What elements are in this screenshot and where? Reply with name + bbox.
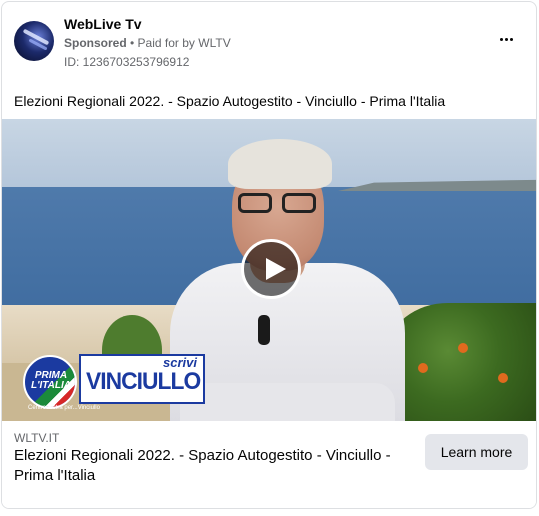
lens-left xyxy=(238,193,272,213)
page-avatar[interactable] xyxy=(14,21,54,61)
party-logo: PRIMA L'ITALIA xyxy=(23,355,77,409)
candidate-name: VINCIULLO xyxy=(85,368,201,395)
video-thumbnail[interactable]: PRIMA L'ITALIA Centrodestra per...Vinciu… xyxy=(2,119,536,421)
lapel-mic xyxy=(258,315,270,345)
paid-for-by: WLTV xyxy=(198,36,231,50)
party-logo-subtext: Centrodestra per...Vinciullo xyxy=(28,405,100,411)
post-caption: Elezioni Regionali 2022. - Spazio Autoge… xyxy=(14,93,446,109)
flower xyxy=(458,343,468,353)
link-title[interactable]: Elezioni Regionali 2022. - Spazio Autoge… xyxy=(14,446,414,486)
sponsored-label: Sponsored xyxy=(64,36,127,50)
post-header: WebLive Tv Sponsored • Paid for by WLTV … xyxy=(2,2,536,82)
play-icon[interactable] xyxy=(241,239,301,299)
page-name[interactable]: WebLive Tv xyxy=(64,16,142,32)
link-preview[interactable]: WLTV.IT Elezioni Regionali 2022. - Spazi… xyxy=(2,421,536,508)
link-domain: WLTV.IT xyxy=(14,431,60,445)
more-options-icon[interactable] xyxy=(494,32,518,46)
learn-more-button[interactable]: Learn more xyxy=(425,434,528,470)
candidate-banner: scrivi VINCIULLO xyxy=(79,354,205,404)
flower xyxy=(498,373,508,383)
flower xyxy=(418,363,428,373)
lens-right xyxy=(282,193,316,213)
ad-card: WebLive Tv Sponsored • Paid for by WLTV … xyxy=(1,1,537,509)
ad-id: ID: 1236703253796912 xyxy=(64,55,190,69)
sponsored-line: Sponsored • Paid for by WLTV xyxy=(64,36,231,50)
party-logo-text: PRIMA L'ITALIA xyxy=(31,370,71,391)
hair xyxy=(228,139,332,189)
bush-right xyxy=(388,303,536,421)
crossed-arms xyxy=(180,383,395,421)
separator: • xyxy=(126,36,138,50)
glasses xyxy=(238,193,324,215)
paid-for-prefix: Paid for by xyxy=(137,36,199,50)
